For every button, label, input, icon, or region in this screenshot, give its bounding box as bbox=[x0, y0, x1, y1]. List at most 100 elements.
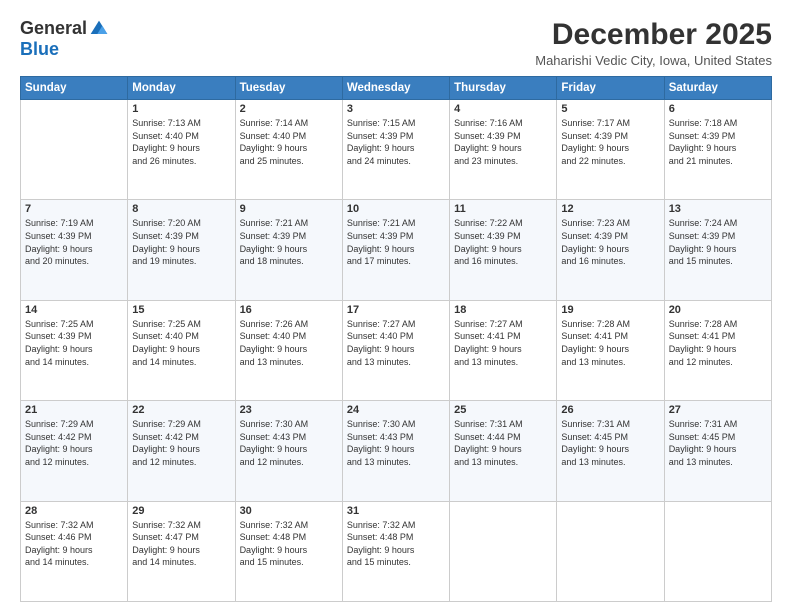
weekday-header-tuesday: Tuesday bbox=[235, 77, 342, 100]
day-number: 6 bbox=[669, 103, 767, 115]
day-info: Sunrise: 7:32 AMSunset: 4:47 PMDaylight:… bbox=[132, 519, 230, 569]
page: General Blue December 2025 Maharishi Ved… bbox=[0, 0, 792, 612]
calendar-week-3: 14 Sunrise: 7:25 AMSunset: 4:39 PMDayligh… bbox=[21, 300, 772, 400]
day-info: Sunrise: 7:23 AMSunset: 4:39 PMDaylight:… bbox=[561, 217, 659, 267]
day-info: Sunrise: 7:32 AMSunset: 4:48 PMDaylight:… bbox=[347, 519, 445, 569]
day-number: 7 bbox=[25, 203, 123, 215]
day-number: 3 bbox=[347, 103, 445, 115]
calendar-cell: 23Sunrise: 7:30 AMSunset: 4:43 PMDayligh… bbox=[235, 401, 342, 501]
day-number: 22 bbox=[132, 404, 230, 416]
day-info: Sunrise: 7:29 AMSunset: 4:42 PMDaylight:… bbox=[132, 418, 230, 468]
calendar-cell: 10 Sunrise: 7:21 AMSunset: 4:39 PMDayligh… bbox=[342, 200, 449, 300]
location-subtitle: Maharishi Vedic City, Iowa, United State… bbox=[535, 53, 772, 68]
calendar-cell: 8Sunrise: 7:20 AMSunset: 4:39 PMDaylight… bbox=[128, 200, 235, 300]
calendar-cell: 27Sunrise: 7:31 AMSunset: 4:45 PMDayligh… bbox=[664, 401, 771, 501]
day-number: 17 bbox=[347, 304, 445, 316]
calendar-cell: 25Sunrise: 7:31 AMSunset: 4:44 PMDayligh… bbox=[450, 401, 557, 501]
day-info: Sunrise: 7:13 AMSunset: 4:40 PMDaylight:… bbox=[132, 117, 230, 167]
calendar-cell bbox=[664, 501, 771, 601]
calendar-cell: 4 Sunrise: 7:16 AMSunset: 4:39 PMDaylight… bbox=[450, 100, 557, 200]
day-info: Sunrise: 7:30 AMSunset: 4:43 PMDaylight:… bbox=[347, 418, 445, 468]
weekday-header-saturday: Saturday bbox=[664, 77, 771, 100]
calendar-cell: 26 Sunrise: 7:31 AMSunset: 4:45 PMDayligh… bbox=[557, 401, 664, 501]
logo: General Blue bbox=[20, 18, 109, 60]
calendar-cell: 11 Sunrise: 7:22 AMSunset: 4:39 PMDayligh… bbox=[450, 200, 557, 300]
weekday-header-friday: Friday bbox=[557, 77, 664, 100]
logo-icon bbox=[89, 19, 109, 39]
calendar-cell: 19Sunrise: 7:28 AMSunset: 4:41 PMDayligh… bbox=[557, 300, 664, 400]
day-number: 4 bbox=[454, 103, 552, 115]
calendar-cell: 28 Sunrise: 7:32 AMSunset: 4:46 PMDayligh… bbox=[21, 501, 128, 601]
calendar-cell bbox=[557, 501, 664, 601]
day-number: 29 bbox=[132, 505, 230, 517]
day-number: 25 bbox=[454, 404, 552, 416]
day-number: 21 bbox=[25, 404, 123, 416]
calendar-cell bbox=[450, 501, 557, 601]
day-number: 11 bbox=[454, 203, 552, 215]
calendar-cell: 2Sunrise: 7:14 AMSunset: 4:40 PMDaylight… bbox=[235, 100, 342, 200]
day-number: 10 bbox=[347, 203, 445, 215]
calendar-body: 1 Sunrise: 7:13 AMSunset: 4:40 PMDaylight… bbox=[21, 100, 772, 602]
day-number: 16 bbox=[240, 304, 338, 316]
weekday-header-wednesday: Wednesday bbox=[342, 77, 449, 100]
calendar-cell: 9Sunrise: 7:21 AMSunset: 4:39 PMDaylight… bbox=[235, 200, 342, 300]
day-number: 15 bbox=[132, 304, 230, 316]
day-number: 19 bbox=[561, 304, 659, 316]
day-info: Sunrise: 7:31 AMSunset: 4:45 PMDaylight:… bbox=[561, 418, 659, 468]
day-info: Sunrise: 7:29 AMSunset: 4:42 PMDaylight:… bbox=[25, 418, 123, 468]
day-info: Sunrise: 7:24 AMSunset: 4:39 PMDaylight:… bbox=[669, 217, 767, 267]
day-info: Sunrise: 7:27 AMSunset: 4:41 PMDaylight:… bbox=[454, 318, 552, 368]
day-info: Sunrise: 7:21 AMSunset: 4:39 PMDaylight:… bbox=[240, 217, 338, 267]
calendar-table: SundayMondayTuesdayWednesdayThursdayFrid… bbox=[20, 76, 772, 602]
day-number: 18 bbox=[454, 304, 552, 316]
calendar-cell: 22 Sunrise: 7:29 AMSunset: 4:42 PMDayligh… bbox=[128, 401, 235, 501]
calendar-cell bbox=[21, 100, 128, 200]
day-info: Sunrise: 7:30 AMSunset: 4:43 PMDaylight:… bbox=[240, 418, 338, 468]
calendar-cell: 24 Sunrise: 7:30 AMSunset: 4:43 PMDayligh… bbox=[342, 401, 449, 501]
day-number: 2 bbox=[240, 103, 338, 115]
day-info: Sunrise: 7:25 AMSunset: 4:40 PMDaylight:… bbox=[132, 318, 230, 368]
calendar-cell: 16 Sunrise: 7:26 AMSunset: 4:40 PMDayligh… bbox=[235, 300, 342, 400]
day-number: 1 bbox=[132, 103, 230, 115]
calendar-cell: 15 Sunrise: 7:25 AMSunset: 4:40 PMDayligh… bbox=[128, 300, 235, 400]
calendar-cell: 18 Sunrise: 7:27 AMSunset: 4:41 PMDayligh… bbox=[450, 300, 557, 400]
day-info: Sunrise: 7:27 AMSunset: 4:40 PMDaylight:… bbox=[347, 318, 445, 368]
weekday-header-row: SundayMondayTuesdayWednesdayThursdayFrid… bbox=[21, 77, 772, 100]
day-info: Sunrise: 7:32 AMSunset: 4:46 PMDaylight:… bbox=[25, 519, 123, 569]
calendar-cell: 1 Sunrise: 7:13 AMSunset: 4:40 PMDaylight… bbox=[128, 100, 235, 200]
day-info: Sunrise: 7:20 AMSunset: 4:39 PMDaylight:… bbox=[132, 217, 230, 267]
weekday-header-monday: Monday bbox=[128, 77, 235, 100]
weekday-header-thursday: Thursday bbox=[450, 77, 557, 100]
logo-blue: Blue bbox=[20, 39, 59, 59]
day-number: 20 bbox=[669, 304, 767, 316]
day-number: 12 bbox=[561, 203, 659, 215]
calendar-cell: 13Sunrise: 7:24 AMSunset: 4:39 PMDayligh… bbox=[664, 200, 771, 300]
day-number: 30 bbox=[240, 505, 338, 517]
day-number: 31 bbox=[347, 505, 445, 517]
day-info: Sunrise: 7:19 AMSunset: 4:39 PMDaylight:… bbox=[25, 217, 123, 267]
day-number: 24 bbox=[347, 404, 445, 416]
calendar-cell: 30 Sunrise: 7:32 AMSunset: 4:48 PMDayligh… bbox=[235, 501, 342, 601]
calendar-cell: 6Sunrise: 7:18 AMSunset: 4:39 PMDaylight… bbox=[664, 100, 771, 200]
day-info: Sunrise: 7:25 AMSunset: 4:39 PMDaylight:… bbox=[25, 318, 123, 368]
day-info: Sunrise: 7:31 AMSunset: 4:45 PMDaylight:… bbox=[669, 418, 767, 468]
day-info: Sunrise: 7:21 AMSunset: 4:39 PMDaylight:… bbox=[347, 217, 445, 267]
day-info: Sunrise: 7:16 AMSunset: 4:39 PMDaylight:… bbox=[454, 117, 552, 167]
calendar-week-4: 21 Sunrise: 7:29 AMSunset: 4:42 PMDayligh… bbox=[21, 401, 772, 501]
header: General Blue December 2025 Maharishi Ved… bbox=[20, 18, 772, 68]
day-info: Sunrise: 7:26 AMSunset: 4:40 PMDaylight:… bbox=[240, 318, 338, 368]
day-number: 14 bbox=[25, 304, 123, 316]
title-block: December 2025 Maharishi Vedic City, Iowa… bbox=[535, 18, 772, 68]
month-title: December 2025 bbox=[535, 18, 772, 51]
calendar-cell: 3 Sunrise: 7:15 AMSunset: 4:39 PMDaylight… bbox=[342, 100, 449, 200]
calendar-cell: 29 Sunrise: 7:32 AMSunset: 4:47 PMDayligh… bbox=[128, 501, 235, 601]
day-info: Sunrise: 7:32 AMSunset: 4:48 PMDaylight:… bbox=[240, 519, 338, 569]
calendar-cell: 31 Sunrise: 7:32 AMSunset: 4:48 PMDayligh… bbox=[342, 501, 449, 601]
day-number: 26 bbox=[561, 404, 659, 416]
day-info: Sunrise: 7:22 AMSunset: 4:39 PMDaylight:… bbox=[454, 217, 552, 267]
calendar-cell: 21 Sunrise: 7:29 AMSunset: 4:42 PMDayligh… bbox=[21, 401, 128, 501]
day-info: Sunrise: 7:15 AMSunset: 4:39 PMDaylight:… bbox=[347, 117, 445, 167]
calendar-week-1: 1 Sunrise: 7:13 AMSunset: 4:40 PMDaylight… bbox=[21, 100, 772, 200]
weekday-header-sunday: Sunday bbox=[21, 77, 128, 100]
day-number: 28 bbox=[25, 505, 123, 517]
